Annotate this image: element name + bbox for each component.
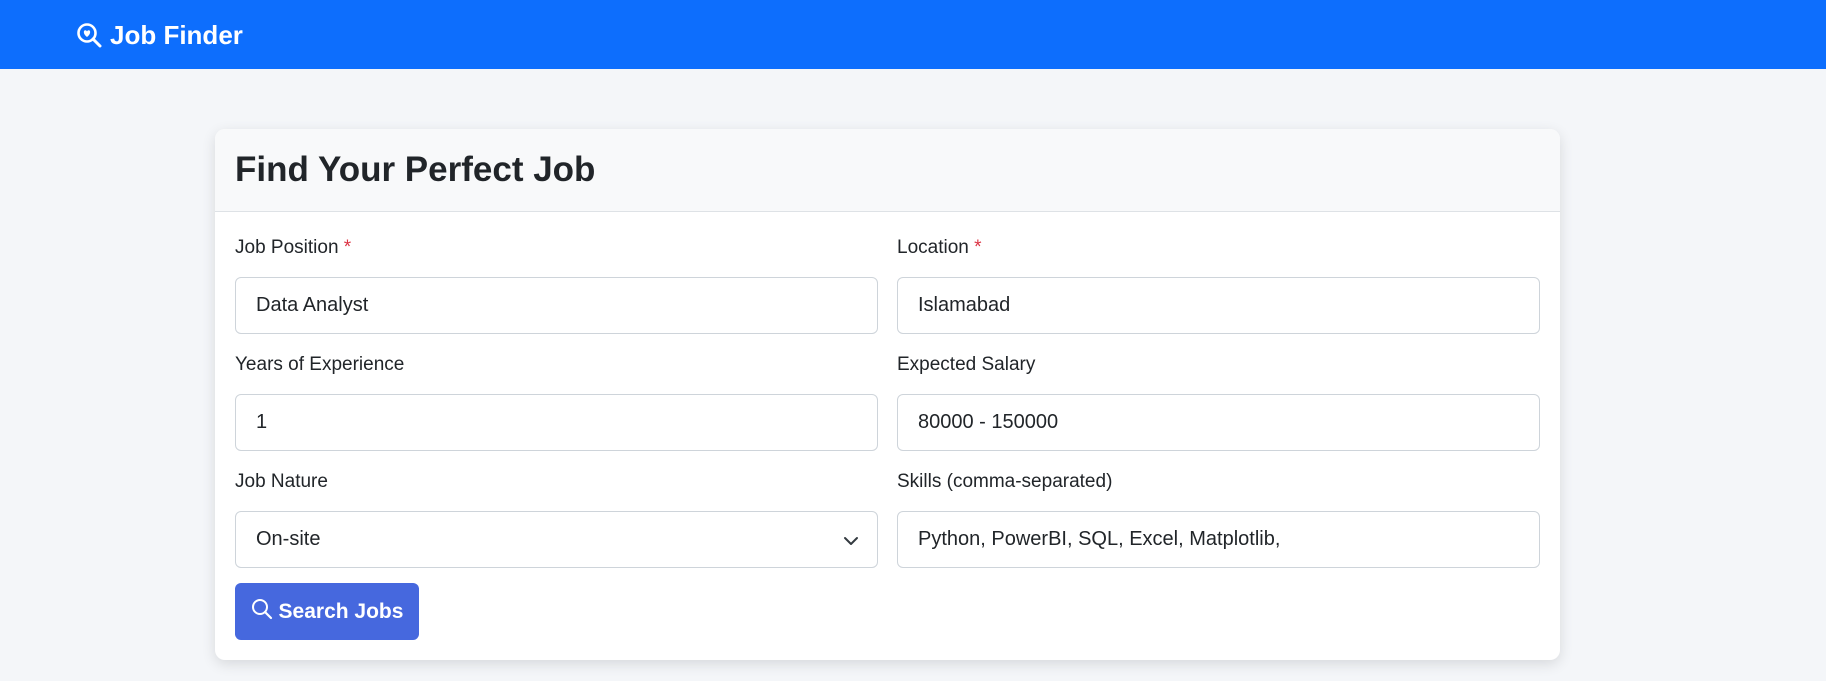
page-title: Find Your Perfect Job [235, 150, 596, 189]
job-position-group: Job Position * [235, 235, 878, 334]
job-nature-label: Job Nature [235, 471, 328, 492]
salary-label: Expected Salary [897, 354, 1036, 375]
job-position-input[interactable] [235, 277, 878, 334]
skills-input[interactable] [897, 511, 1540, 568]
brand-text: Job Finder [110, 19, 243, 50]
job-nature-select[interactable]: On-site [235, 511, 878, 568]
location-group: Location * [897, 235, 1540, 334]
experience-input[interactable] [235, 394, 878, 451]
required-mark: * [974, 237, 982, 258]
job-position-label: Job Position * [235, 237, 352, 258]
experience-label: Years of Experience [235, 354, 405, 375]
location-label: Location * [897, 237, 982, 258]
job-nature-group: Job Nature On-site [235, 469, 878, 568]
job-nature-selected: On-site [256, 528, 321, 550]
card-header: Find Your Perfect Job [215, 129, 1560, 212]
job-search-card: Find Your Perfect Job Job Position * Loc… [215, 129, 1560, 660]
salary-group: Expected Salary [897, 352, 1540, 451]
required-mark: * [343, 237, 352, 258]
search-heart-icon [76, 22, 102, 48]
salary-input[interactable] [897, 394, 1540, 451]
search-icon [251, 598, 273, 626]
brand[interactable]: Job Finder [76, 18, 243, 52]
skills-label: Skills (comma-separated) [897, 471, 1113, 492]
search-jobs-button[interactable]: Search Jobs [235, 583, 419, 640]
chevron-down-icon [843, 532, 859, 555]
navbar: Job Finder [0, 0, 1826, 69]
skills-group: Skills (comma-separated) [897, 469, 1540, 568]
experience-group: Years of Experience [235, 352, 878, 451]
location-input[interactable] [897, 277, 1540, 334]
search-jobs-label: Search Jobs [278, 599, 404, 623]
